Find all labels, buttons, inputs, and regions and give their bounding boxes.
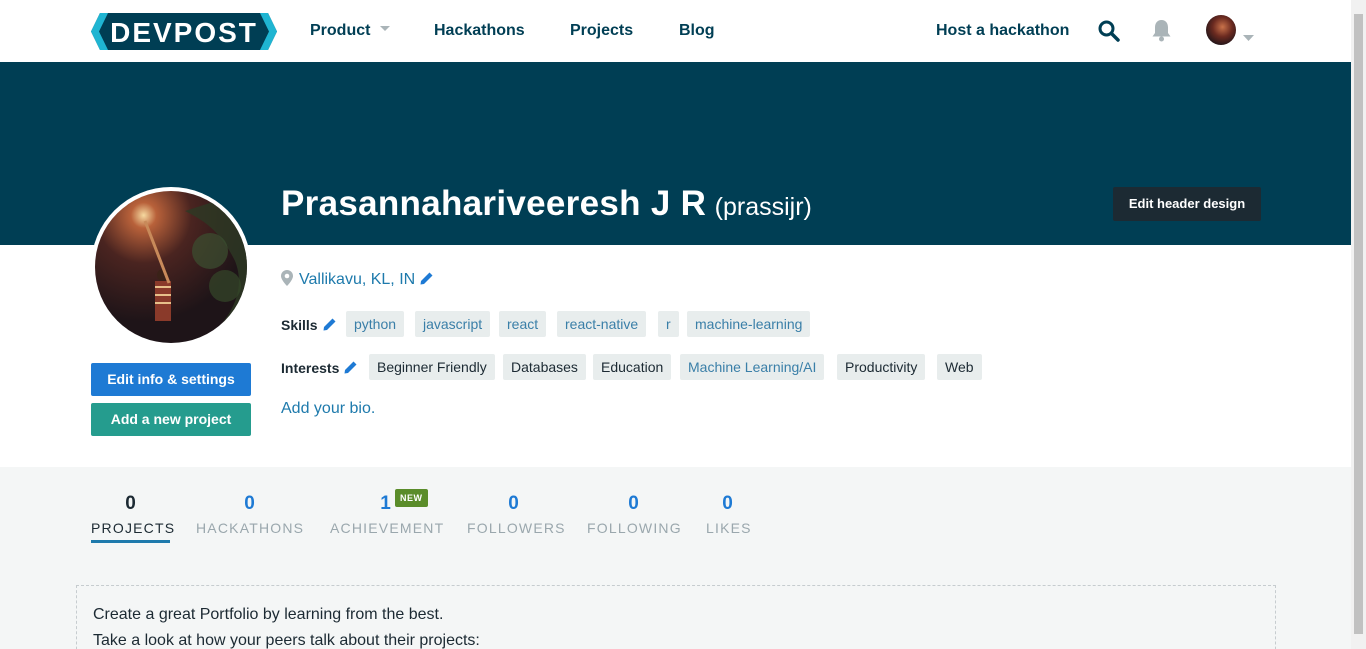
stat-hackathons[interactable]: 0 HACKATHONS bbox=[196, 493, 303, 536]
search-icon[interactable] bbox=[1098, 20, 1120, 47]
skill-tag[interactable]: r bbox=[658, 311, 679, 337]
profile-photo bbox=[95, 191, 247, 343]
pencil-icon[interactable] bbox=[420, 272, 433, 290]
interest-tag[interactable]: Productivity bbox=[837, 354, 926, 380]
portfolio-tips-box: Create a great Portfolio by learning fro… bbox=[76, 585, 1276, 649]
stat-label: PROJECTS bbox=[91, 520, 176, 536]
stat-value: 0 bbox=[125, 493, 136, 514]
user-avatar[interactable] bbox=[1206, 15, 1236, 45]
stat-value: 0 bbox=[722, 493, 733, 514]
active-tab-underline bbox=[91, 540, 170, 543]
chevron-down-icon bbox=[380, 26, 391, 32]
username-handle: (prassijr) bbox=[714, 193, 812, 221]
interest-tag[interactable]: Machine Learning/AI bbox=[680, 354, 825, 380]
nav-host-hackathon[interactable]: Host a hackathon bbox=[936, 22, 1069, 40]
interests-label: Interests bbox=[281, 360, 357, 377]
stat-label: HACKATHONS bbox=[196, 520, 305, 536]
new-badge: NEW bbox=[395, 489, 428, 507]
stat-label: LIKES bbox=[706, 520, 752, 536]
nav-product[interactable]: Product bbox=[310, 22, 391, 40]
skill-tag[interactable]: javascript bbox=[415, 311, 491, 337]
stat-projects[interactable]: 0 PROJECTS bbox=[91, 493, 176, 543]
skill-tag[interactable]: machine-learning bbox=[687, 311, 811, 337]
full-name: Prasannahariveeresh J R bbox=[281, 184, 707, 223]
interest-tag[interactable]: Education bbox=[593, 354, 672, 380]
stat-following[interactable]: 0 FOLLOWING bbox=[587, 493, 682, 536]
add-new-project-button[interactable]: Add a new project bbox=[91, 403, 251, 436]
location[interactable]: Vallikavu, KL, IN bbox=[281, 270, 433, 291]
location-text: Vallikavu, KL, IN bbox=[299, 271, 416, 288]
stat-label: FOLLOWERS bbox=[467, 520, 566, 536]
stat-value: 0 bbox=[244, 493, 255, 514]
portfolio-tip-line: Take a look at how your peers talk about… bbox=[93, 632, 480, 649]
stat-value: 0 bbox=[628, 493, 639, 514]
map-pin-icon bbox=[281, 270, 293, 291]
stat-label: FOLLOWING bbox=[587, 520, 682, 536]
portfolio-tip-line: Create a great Portfolio by learning fro… bbox=[93, 606, 444, 623]
nav-product-label: Product bbox=[310, 22, 371, 39]
interest-tag[interactable]: Databases bbox=[503, 354, 586, 380]
edit-info-settings-button[interactable]: Edit info & settings bbox=[91, 363, 251, 396]
stat-likes[interactable]: 0 LIKES bbox=[706, 493, 752, 536]
stat-followers[interactable]: 0 FOLLOWERS bbox=[467, 493, 566, 536]
pencil-icon[interactable] bbox=[344, 361, 357, 377]
chevron-down-icon[interactable] bbox=[1243, 28, 1254, 46]
top-navigation: DEVPOST Product Hackathons Projects Blog… bbox=[0, 0, 1351, 62]
skill-tag[interactable]: python bbox=[346, 311, 405, 337]
stat-label: ACHIEVEMENT bbox=[330, 520, 445, 536]
bell-icon[interactable] bbox=[1151, 19, 1172, 47]
page-scrollbar[interactable] bbox=[1351, 0, 1366, 649]
nav-projects[interactable]: Projects bbox=[570, 22, 633, 40]
devpost-logo[interactable]: DEVPOST bbox=[91, 13, 277, 50]
pencil-icon[interactable] bbox=[323, 318, 336, 334]
add-bio-link[interactable]: Add your bio. bbox=[281, 400, 375, 418]
profile-avatar bbox=[91, 187, 251, 347]
interest-tag[interactable]: Beginner Friendly bbox=[369, 354, 495, 380]
edit-header-design-button[interactable]: Edit header design bbox=[1113, 187, 1261, 221]
nav-hackathons[interactable]: Hackathons bbox=[434, 22, 525, 40]
skill-tag[interactable]: react bbox=[499, 311, 547, 337]
stat-value: 0 bbox=[508, 493, 519, 514]
skill-tag[interactable]: react-native bbox=[557, 311, 647, 337]
nav-blog[interactable]: Blog bbox=[679, 22, 715, 40]
scrollbar-thumb[interactable] bbox=[1354, 14, 1363, 634]
logo-text: DEVPOST bbox=[110, 17, 258, 48]
profile-name: Prasannahariveeresh J R (prassijr) bbox=[281, 184, 812, 224]
skills-label: Skills bbox=[281, 317, 336, 334]
interest-tag[interactable]: Web bbox=[937, 354, 982, 380]
